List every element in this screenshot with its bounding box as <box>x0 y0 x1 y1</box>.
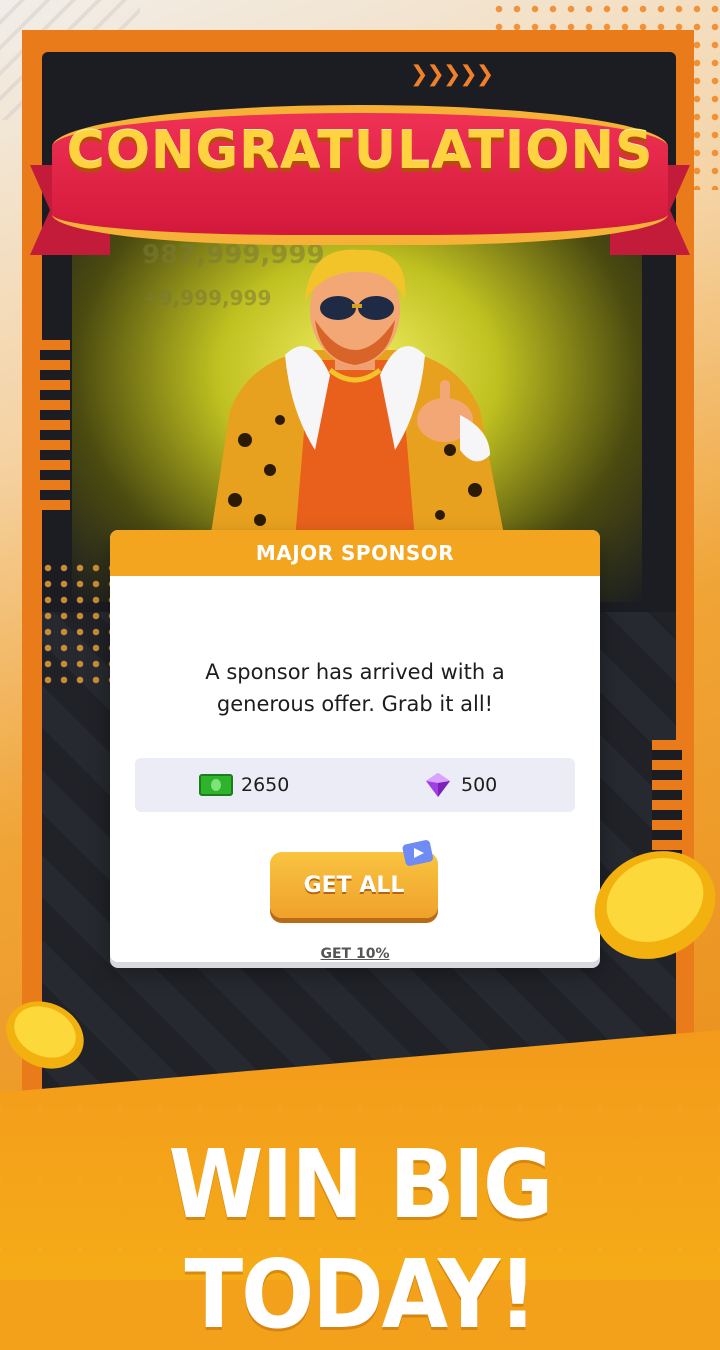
frame-ladder-left <box>40 340 70 510</box>
banner-title: CONGRATULATIONS <box>66 121 654 181</box>
chevrons-icon: ❯❯❯❯❯ <box>410 62 494 87</box>
coin-icon <box>594 851 716 959</box>
reward-cash: 2650 <box>199 758 289 812</box>
get-10-percent-link[interactable]: GET 10% <box>300 946 410 962</box>
congratulations-banner: CONGRATULATIONS <box>30 95 690 285</box>
reward-cash-value: 2650 <box>241 774 290 796</box>
reward-gem: 500 <box>423 758 497 812</box>
dialog-message: A sponsor has arrived with a generous of… <box>140 656 570 720</box>
message-line-2: generous offer. Grab it all! <box>216 692 494 716</box>
dialog-title: MAJOR SPONSOR <box>110 530 600 576</box>
cash-icon <box>199 774 233 796</box>
dialog-body: A sponsor has arrived with a generous of… <box>110 576 600 962</box>
message-line-1: A sponsor has arrived with a <box>205 660 505 684</box>
promo-headline: WIN BIG TODAY! <box>168 1130 554 1350</box>
sponsor-character <box>210 249 505 540</box>
sponsor-dialog: MAJOR SPONSOR A sponsor has arrived with… <box>110 530 600 962</box>
reward-gem-value: 500 <box>461 774 498 796</box>
coin-icon-small <box>6 1001 84 1069</box>
gem-icon <box>426 773 450 797</box>
rewards-panel: 2650 500 <box>135 758 575 812</box>
video-ad-icon <box>402 840 434 866</box>
